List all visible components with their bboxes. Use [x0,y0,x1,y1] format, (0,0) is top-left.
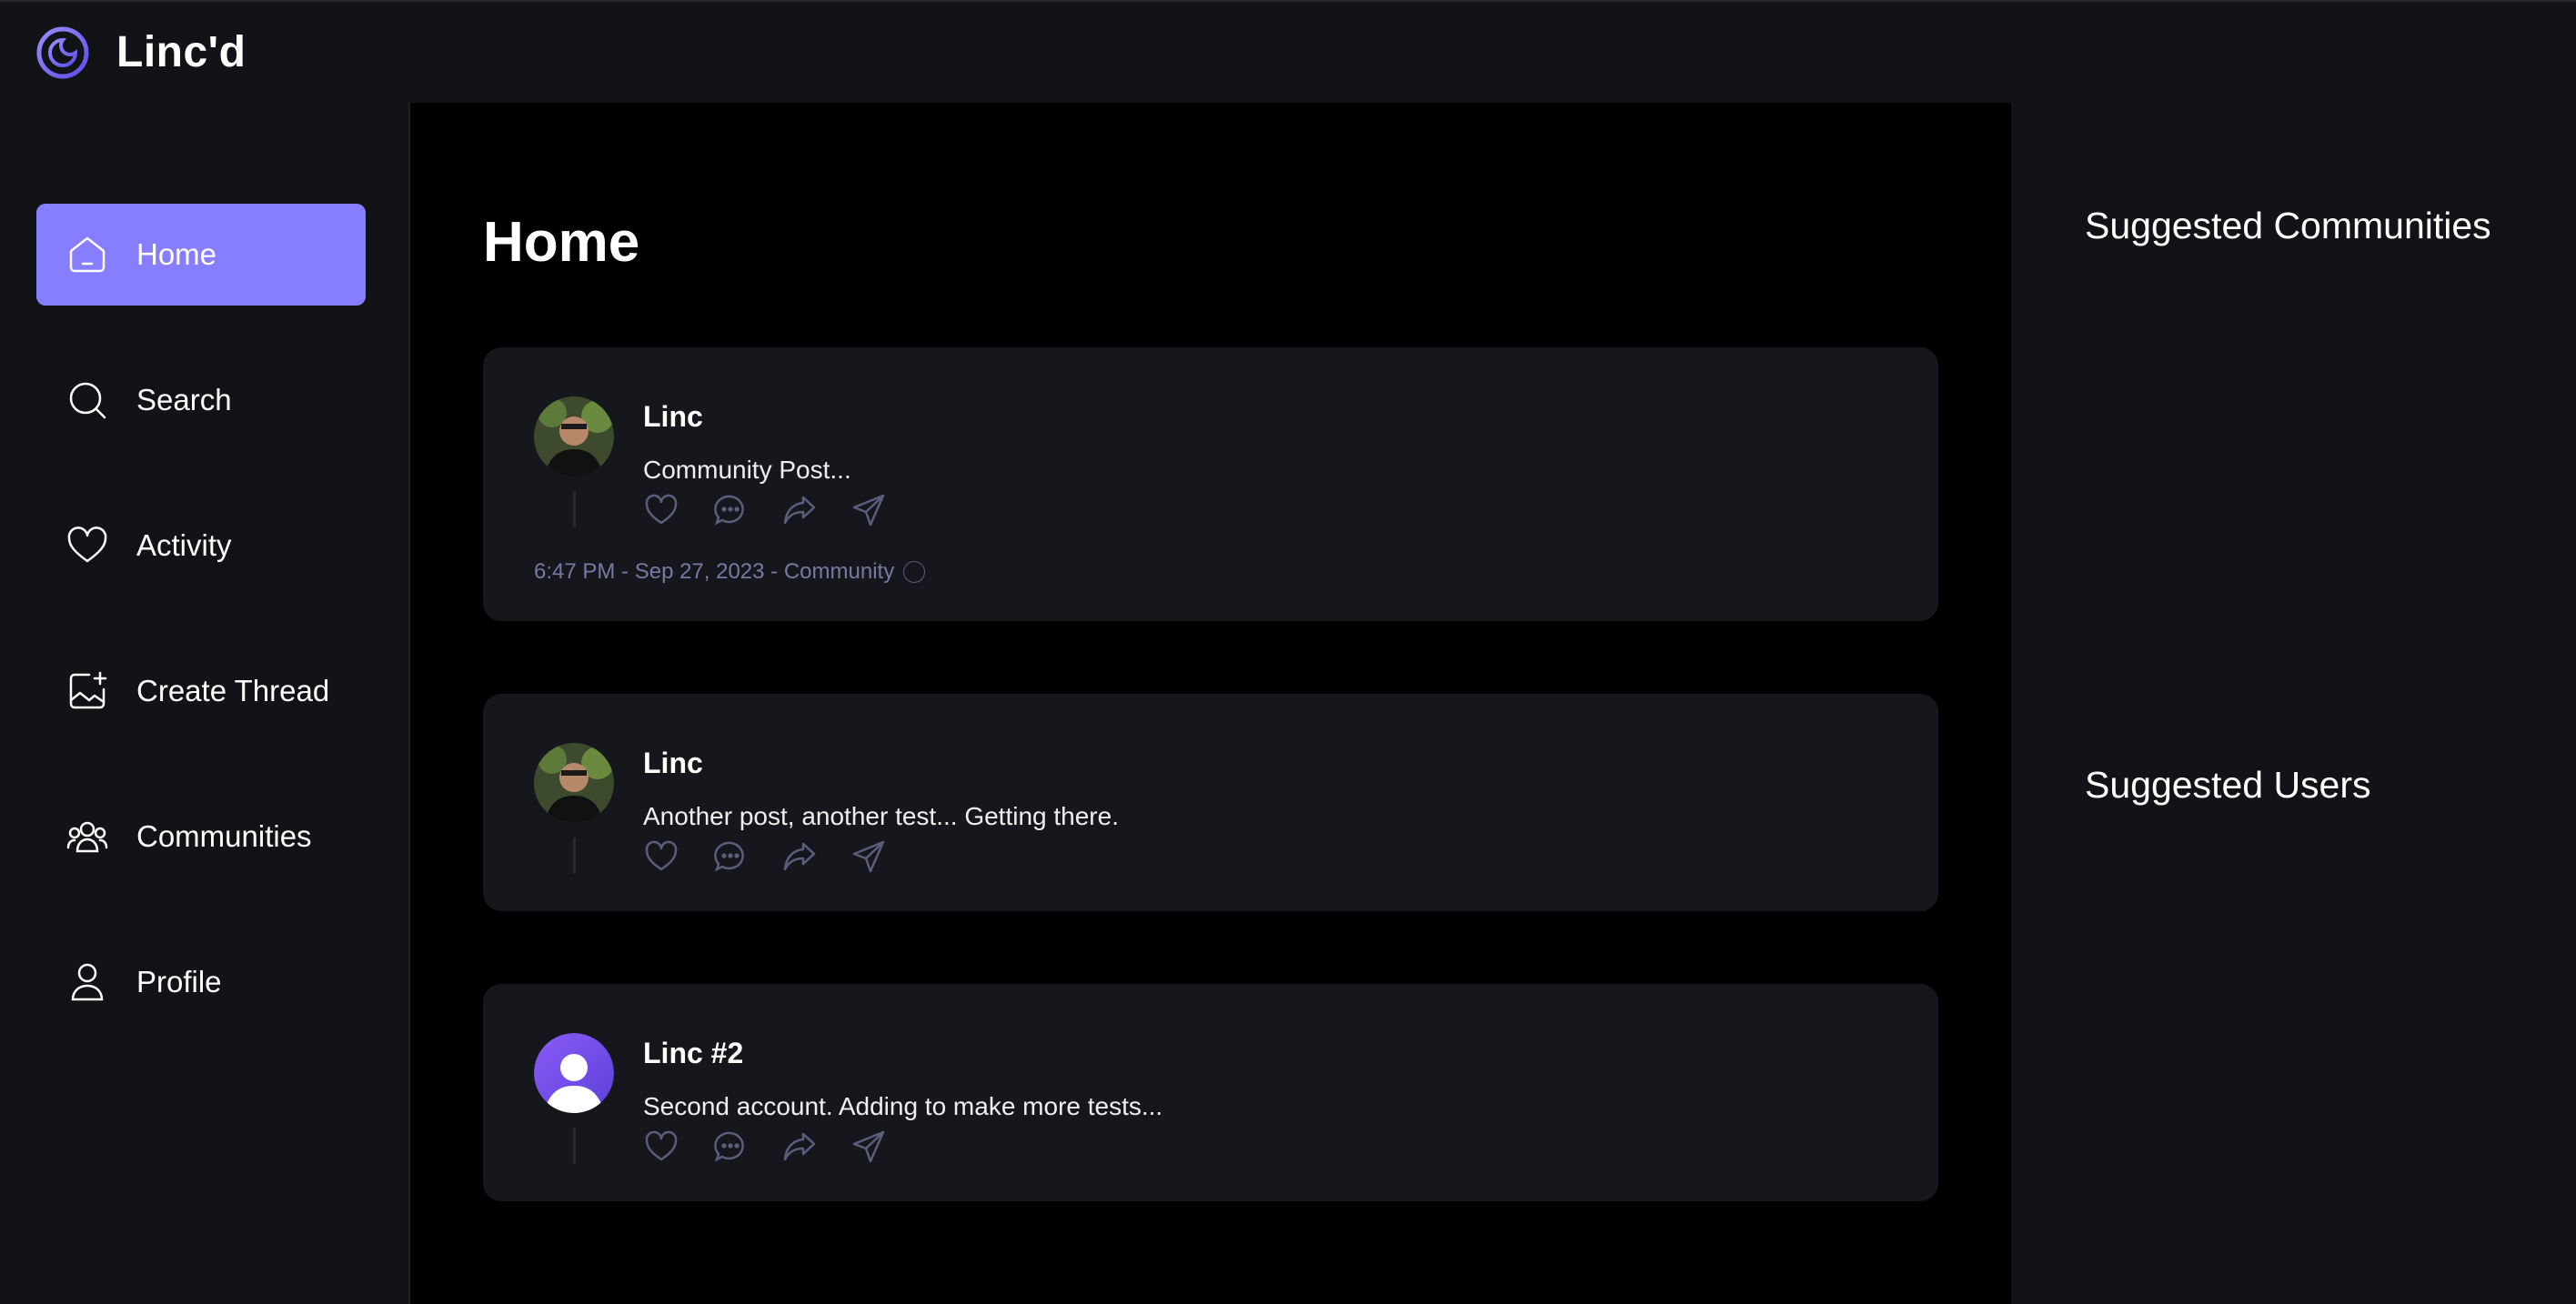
repost-icon[interactable] [781,1128,818,1165]
avatar[interactable] [534,1033,614,1113]
sidebar-item-label: Search [136,383,232,416]
post-author[interactable]: Linc [643,400,920,434]
user-icon [65,960,109,1004]
thread-line [572,491,576,527]
suggested-communities-title: Suggested Communities [2085,205,2491,246]
sidebar-item-label: Create Thread [136,674,330,707]
sidebar-item-activity[interactable]: Activity [36,495,366,597]
post-text: Another post, another test... Getting th… [643,802,1119,830]
heart-icon[interactable] [643,1128,679,1165]
thread-card: Linc #2 Second account. Adding to make m… [483,984,1938,1201]
sidebar-item-create-thread[interactable]: Create Thread [36,640,366,742]
post-text: Community Post... [643,456,851,484]
topbar: Linc'd [0,0,2576,103]
thread-line [572,838,576,874]
reply-icon[interactable] [712,492,749,528]
reply-icon[interactable] [712,838,749,875]
sidebar-item-label: Activity [136,528,232,562]
heart-icon [65,524,109,567]
sidebar-item-label: Home [136,237,217,271]
thread-card: Linc Another post, another test... Getti… [483,694,1938,911]
image-plus-icon [65,669,109,713]
sidebar-item-label: Communities [136,819,312,853]
brand-name[interactable]: Linc'd [116,27,246,77]
share-icon[interactable] [850,1128,887,1165]
reply-icon[interactable] [712,1128,749,1165]
users-icon [65,815,109,858]
post-author[interactable]: Linc [643,747,1119,780]
search-icon [65,378,109,422]
repost-icon[interactable] [781,492,818,528]
thread-line [572,1128,576,1164]
avatar[interactable] [534,396,614,476]
right-sidebar: Suggested Communities Suggested Users [2011,103,2576,1304]
share-icon[interactable] [850,838,887,875]
sidebar-item-label: Profile [136,965,222,998]
left-sidebar: Home Search Activity Create Thread Commu… [0,103,410,1304]
repost-icon[interactable] [781,838,818,875]
heart-icon[interactable] [643,838,679,875]
suggested-users-title: Suggested Users [2085,764,2371,806]
home-icon [65,233,109,276]
post-text: Second account. Adding to make more test… [643,1092,1163,1120]
sidebar-item-home[interactable]: Home [36,204,366,306]
avatar[interactable] [534,743,614,823]
logo-icon[interactable] [35,25,91,81]
main-feed: Home Linc Community Post... 6:47 PM - Se… [410,103,2011,1304]
community-avatar-icon[interactable] [903,561,926,583]
share-icon[interactable] [850,492,887,528]
sidebar-item-profile[interactable]: Profile [36,931,366,1033]
sidebar-item-communities[interactable]: Communities [36,786,366,888]
page-title: Home [483,211,640,274]
thread-card: Linc Community Post... 6:47 PM - Sep 27,… [483,347,1938,621]
sidebar-item-search[interactable]: Search [36,349,366,451]
post-meta: 6:47 PM - Sep 27, 2023 - Community [534,559,1887,585]
post-author[interactable]: Linc #2 [643,1037,1162,1070]
post-meta-text[interactable]: 6:47 PM - Sep 27, 2023 - Community [534,559,894,585]
heart-icon[interactable] [643,492,679,528]
